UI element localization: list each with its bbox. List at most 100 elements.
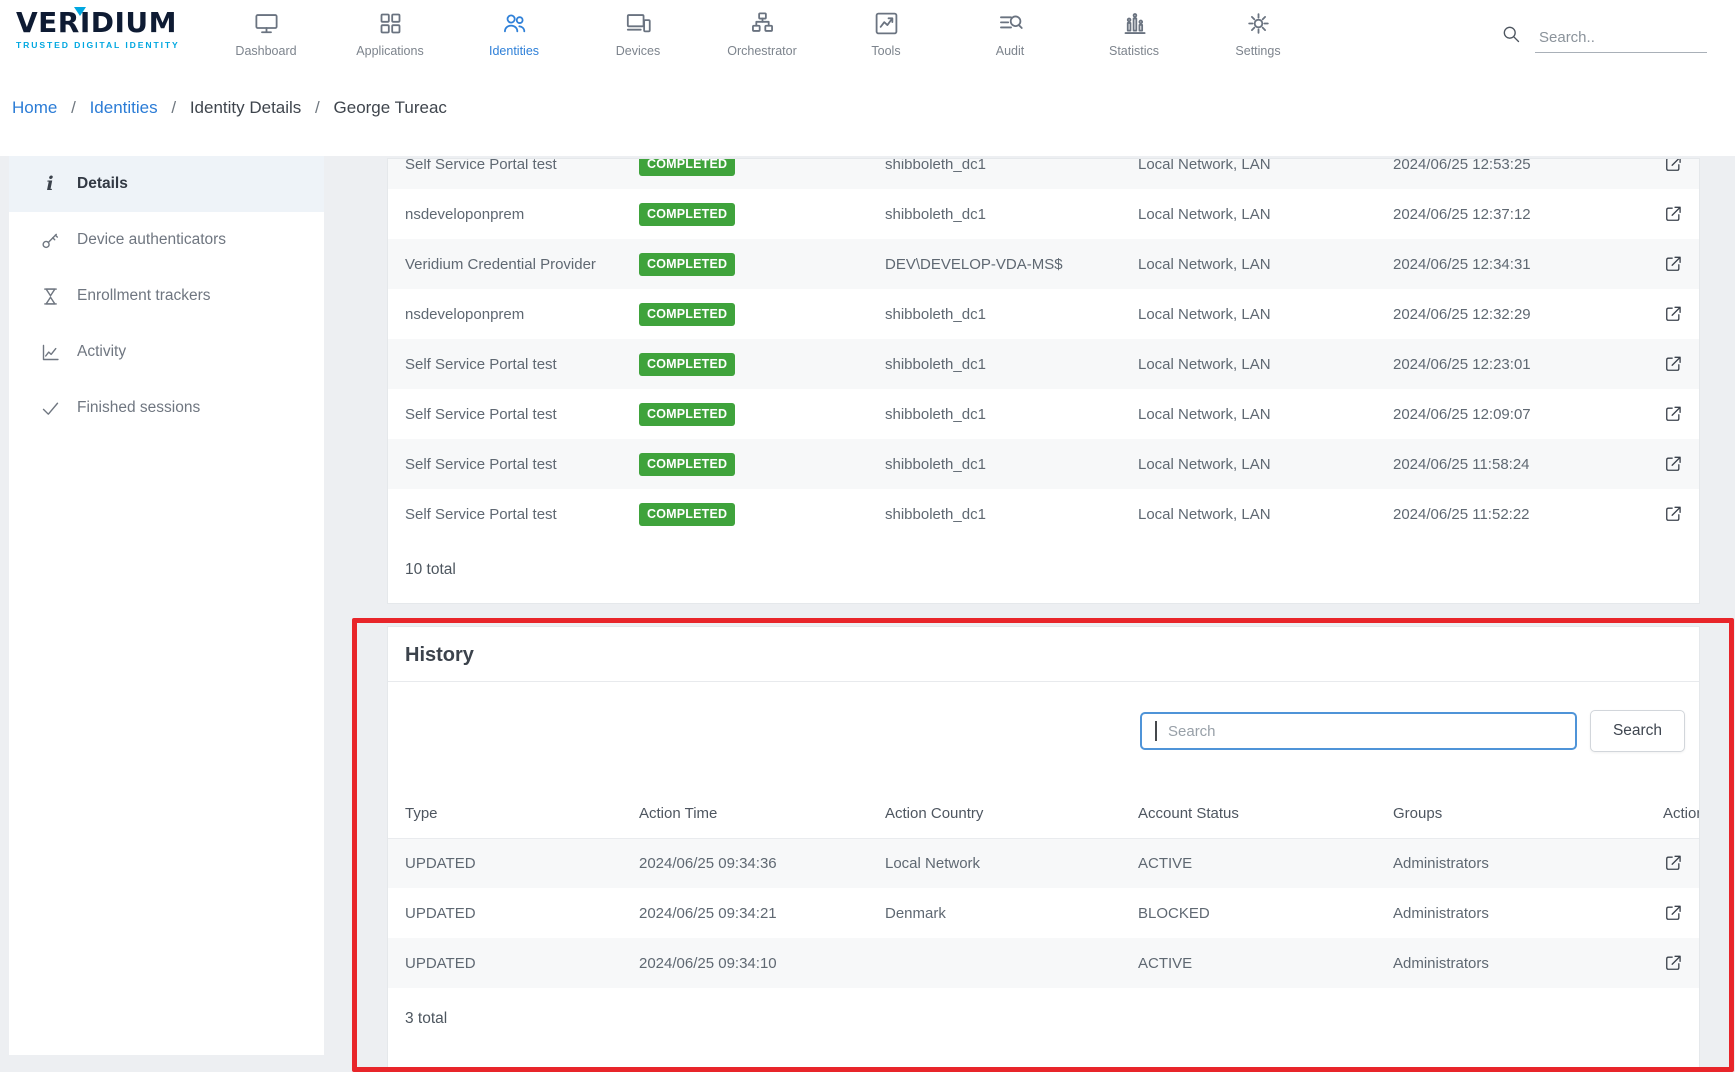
nav-applications[interactable]: Applications — [328, 0, 452, 70]
open-record-icon[interactable] — [1663, 953, 1683, 973]
sessions-table: Self Service Portal test COMPLETED shibb… — [388, 158, 1699, 539]
open-record-icon[interactable] — [1663, 853, 1683, 873]
history-row: UPDATED 2024/06/25 09:34:21 Denmark BLOC… — [388, 888, 1699, 938]
nav-statistics[interactable]: Statistics — [1072, 0, 1196, 70]
session-account: shibboleth_dc1 — [868, 339, 1121, 389]
open-record-icon[interactable] — [1663, 504, 1683, 524]
session-network: Local Network, LAN — [1121, 389, 1376, 439]
session-network: Local Network, LAN — [1121, 239, 1376, 289]
session-row: Veridium Credential Provider COMPLETED D… — [388, 239, 1699, 289]
session-time: 2024/06/25 12:09:07 — [1376, 389, 1646, 439]
session-account: DEV\DEVELOP-VDA-MS$ — [868, 239, 1121, 289]
history-total: 3 total — [388, 988, 1699, 1068]
session-network: Local Network, LAN — [1121, 158, 1376, 189]
open-record-icon[interactable] — [1663, 158, 1683, 174]
breadcrumb: Home / Identities / Identity Details / G… — [0, 70, 1735, 156]
open-record-icon[interactable] — [1663, 304, 1683, 324]
nav-dashboard[interactable]: Dashboard — [204, 0, 328, 70]
nav-orchestrator[interactable]: Orchestrator — [700, 0, 824, 70]
breadcrumb-identity-details: Identity Details — [190, 98, 302, 117]
session-row: Self Service Portal test COMPLETED shibb… — [388, 439, 1699, 489]
history-header-row: Type Action Time Action Country Account … — [388, 790, 1699, 838]
status-badge: COMPLETED — [639, 303, 735, 326]
nav-devices[interactable]: Devices — [576, 0, 700, 70]
global-search-input[interactable] — [1535, 25, 1707, 53]
sidebar-item-device-authenticators[interactable]: Device authenticators — [9, 212, 324, 268]
history-groups: Administrators — [1376, 938, 1646, 988]
breadcrumb-current-user: George Tureac — [334, 98, 447, 117]
history-groups: Administrators — [1376, 888, 1646, 938]
orchestrator-icon — [749, 9, 776, 37]
status-badge: COMPLETED — [639, 503, 735, 526]
status-badge: COMPLETED — [639, 203, 735, 226]
history-type: UPDATED — [388, 938, 622, 988]
history-search-button[interactable]: Search — [1590, 710, 1685, 752]
veridium-logo[interactable]: VERIDIUM TRUSTED DIGITAL IDENTITY — [16, 6, 180, 50]
breadcrumb-home[interactable]: Home — [12, 98, 57, 117]
breadcrumb-separator: / — [315, 98, 320, 117]
session-time: 2024/06/25 12:34:31 — [1376, 239, 1646, 289]
sessions-total: 10 total — [388, 539, 1699, 603]
session-name: Veridium Credential Provider — [388, 239, 622, 289]
session-account: shibboleth_dc1 — [868, 439, 1121, 489]
session-account: shibboleth_dc1 — [868, 158, 1121, 189]
status-badge: COMPLETED — [639, 353, 735, 376]
open-record-icon[interactable] — [1663, 404, 1683, 424]
applications-icon — [377, 9, 404, 37]
status-badge: COMPLETED — [639, 403, 735, 426]
history-search-input[interactable] — [1140, 712, 1577, 750]
identity-sidebar: Details Device authenticators Enrollment… — [9, 152, 324, 1055]
session-network: Local Network, LAN — [1121, 189, 1376, 239]
session-row: Self Service Portal test COMPLETED shibb… — [388, 339, 1699, 389]
history-status: ACTIVE — [1121, 838, 1376, 888]
history-title: History — [388, 627, 1699, 682]
open-record-icon[interactable] — [1663, 454, 1683, 474]
devices-icon — [625, 9, 652, 37]
session-account: shibboleth_dc1 — [868, 489, 1121, 539]
nav-tools[interactable]: Tools — [824, 0, 948, 70]
session-network: Local Network, LAN — [1121, 289, 1376, 339]
dashboard-icon — [253, 9, 280, 37]
open-record-icon[interactable] — [1663, 354, 1683, 374]
history-status: ACTIVE — [1121, 938, 1376, 988]
sidebar-item-enrollment-trackers[interactable]: Enrollment trackers — [9, 268, 324, 324]
session-row: nsdeveloponprem COMPLETED shibboleth_dc1… — [388, 289, 1699, 339]
sidebar-item-activity[interactable]: Activity — [9, 324, 324, 380]
sidebar-item-finished-sessions[interactable]: Finished sessions — [9, 380, 324, 436]
history-wrap: History Search Type Action Time Action C… — [387, 626, 1700, 1069]
session-time: 2024/06/25 11:58:24 — [1376, 439, 1646, 489]
col-type: Type — [388, 790, 622, 838]
main-content: Self Service Portal test COMPLETED shibb… — [387, 158, 1700, 1069]
hourglass-icon — [39, 286, 61, 307]
open-record-icon[interactable] — [1663, 903, 1683, 923]
breadcrumb-separator: / — [71, 98, 76, 117]
check-icon — [39, 398, 61, 419]
open-record-icon[interactable] — [1663, 204, 1683, 224]
session-row: Self Service Portal test COMPLETED shibb… — [388, 389, 1699, 439]
session-time: 2024/06/25 12:37:12 — [1376, 189, 1646, 239]
history-country: Denmark — [868, 888, 1121, 938]
open-record-icon[interactable] — [1663, 254, 1683, 274]
session-name: Self Service Portal test — [388, 489, 622, 539]
col-actions: Actions — [1646, 790, 1699, 838]
history-row: UPDATED 2024/06/25 09:34:10 ACTIVE Admin… — [388, 938, 1699, 988]
nav-audit[interactable]: Audit — [948, 0, 1072, 70]
nav-settings[interactable]: Settings — [1196, 0, 1320, 70]
search-icon[interactable] — [1501, 24, 1521, 49]
session-name: nsdeveloponprem — [388, 289, 622, 339]
session-name: Self Service Portal test — [388, 158, 622, 189]
activity-icon — [39, 342, 61, 363]
history-type: UPDATED — [388, 838, 622, 888]
breadcrumb-identities[interactable]: Identities — [90, 98, 158, 117]
session-account: shibboleth_dc1 — [868, 189, 1121, 239]
history-time: 2024/06/25 09:34:21 — [622, 888, 868, 938]
sidebar-item-details[interactable]: Details — [9, 156, 324, 212]
history-groups: Administrators — [1376, 838, 1646, 888]
history-time: 2024/06/25 09:34:10 — [622, 938, 868, 988]
col-groups: Groups — [1376, 790, 1646, 838]
session-name: Self Service Portal test — [388, 339, 622, 389]
status-badge: COMPLETED — [639, 253, 735, 276]
session-account: shibboleth_dc1 — [868, 389, 1121, 439]
nav-identities[interactable]: Identities — [452, 0, 576, 70]
audit-icon — [997, 9, 1024, 37]
